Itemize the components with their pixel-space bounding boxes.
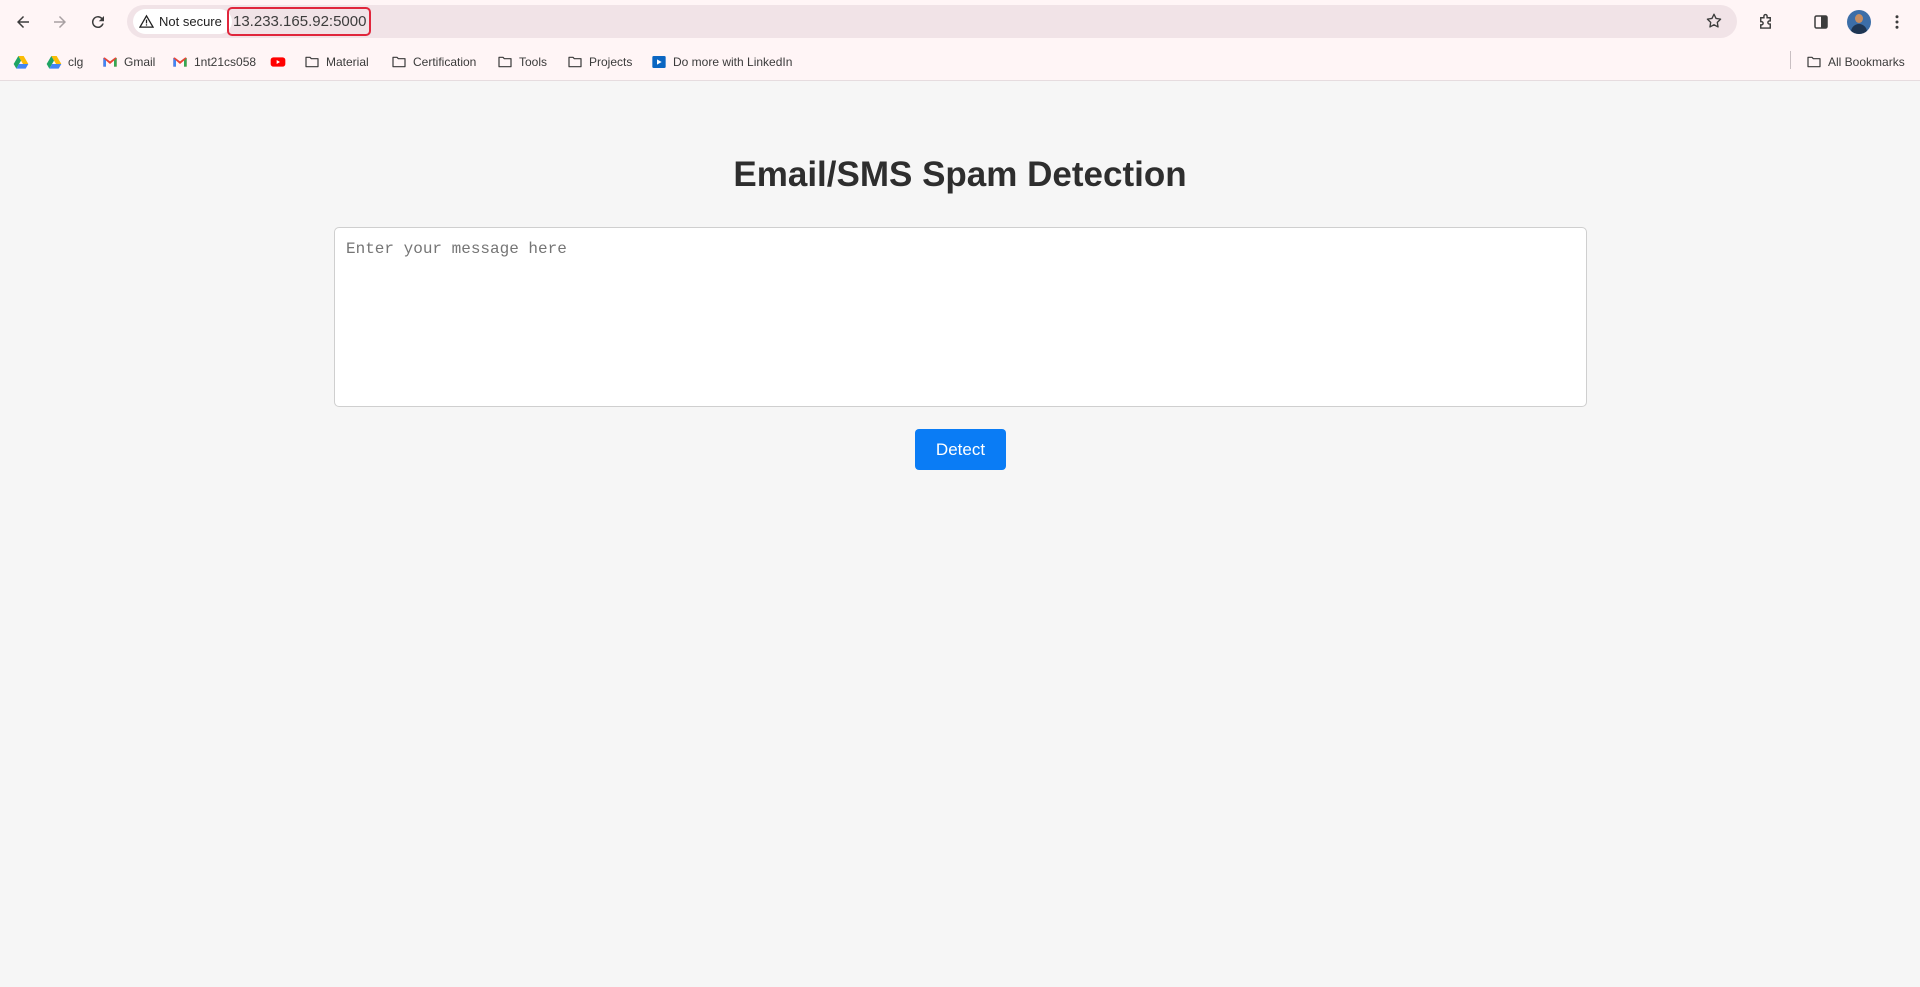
gmail-icon	[173, 57, 187, 67]
bookmark-star-button[interactable]	[1703, 10, 1725, 32]
linkedin-learning-icon	[652, 56, 666, 68]
bookmark-label: Material	[326, 55, 369, 69]
security-indicator[interactable]: Not secure	[133, 9, 232, 34]
extensions-button[interactable]	[1752, 9, 1778, 35]
folder-icon	[498, 56, 512, 68]
bookmark-folder-material[interactable]: Material	[304, 52, 369, 72]
detect-button[interactable]: Detect	[915, 429, 1006, 470]
reload-button[interactable]	[85, 9, 111, 35]
gmail-icon	[103, 57, 117, 67]
arrow-right-icon	[54, 16, 66, 28]
page-title: Email/SMS Spam Detection	[733, 155, 1187, 194]
forward-button[interactable]	[47, 9, 73, 35]
bookmark-folder-projects[interactable]: Projects	[567, 52, 632, 72]
google-drive-icon	[13, 56, 29, 69]
bookmark-label: Projects	[589, 55, 633, 69]
bookmark-label: clg	[68, 55, 84, 69]
profile-avatar[interactable]	[1847, 10, 1871, 34]
bookmark-label: 1nt21cs058	[194, 55, 257, 69]
bookmark-drive[interactable]	[13, 52, 29, 72]
bookmark-linkedin[interactable]: Do more with LinkedIn	[651, 52, 792, 72]
folder-icon	[568, 56, 582, 68]
bookmark-folder-tools[interactable]: Tools	[497, 52, 547, 72]
bookmark-youtube[interactable]	[270, 52, 286, 72]
google-drive-icon	[46, 56, 62, 69]
bookmark-label: Do more with LinkedIn	[673, 55, 793, 69]
bookmarks-bar: clg Gmail 1nt21cs058 Material Certificat…	[0, 43, 1920, 81]
warning-icon	[139, 14, 154, 28]
youtube-icon	[270, 57, 286, 67]
folder-icon	[392, 56, 406, 68]
all-bookmarks-label: All Bookmarks	[1828, 55, 1905, 69]
all-bookmarks-button[interactable]: All Bookmarks	[1806, 52, 1905, 72]
arrow-left-icon	[17, 16, 29, 28]
back-button[interactable]	[10, 9, 36, 35]
side-panel-button[interactable]	[1808, 9, 1834, 35]
folder-icon	[305, 56, 319, 68]
star-icon	[1706, 13, 1722, 28]
browser-toolbar: Not secure 13.233.165.92:5000	[0, 0, 1920, 43]
more-vertical-icon	[1895, 15, 1899, 29]
side-panel-icon	[1814, 15, 1828, 29]
reload-icon	[91, 16, 104, 29]
folder-icon	[1807, 56, 1821, 68]
bookmark-label: Certification	[413, 55, 477, 69]
bookmarks-divider	[1790, 51, 1791, 69]
menu-button[interactable]	[1884, 9, 1910, 35]
address-bar[interactable]: Not secure 13.233.165.92:5000	[127, 5, 1737, 38]
puzzle-icon	[1759, 13, 1771, 29]
url-text[interactable]: 13.233.165.92:5000	[227, 7, 371, 36]
bookmark-clg[interactable]: clg	[46, 52, 83, 72]
bookmark-label: Tools	[519, 55, 548, 69]
bookmark-folder-certification[interactable]: Certification	[391, 52, 476, 72]
message-input[interactable]	[334, 227, 1587, 407]
bookmark-gmail[interactable]: Gmail	[102, 52, 155, 72]
bookmark-1nt21cs058[interactable]: 1nt21cs058	[172, 52, 256, 72]
bookmark-label: Gmail	[124, 55, 156, 69]
security-label: Not secure	[159, 14, 222, 29]
